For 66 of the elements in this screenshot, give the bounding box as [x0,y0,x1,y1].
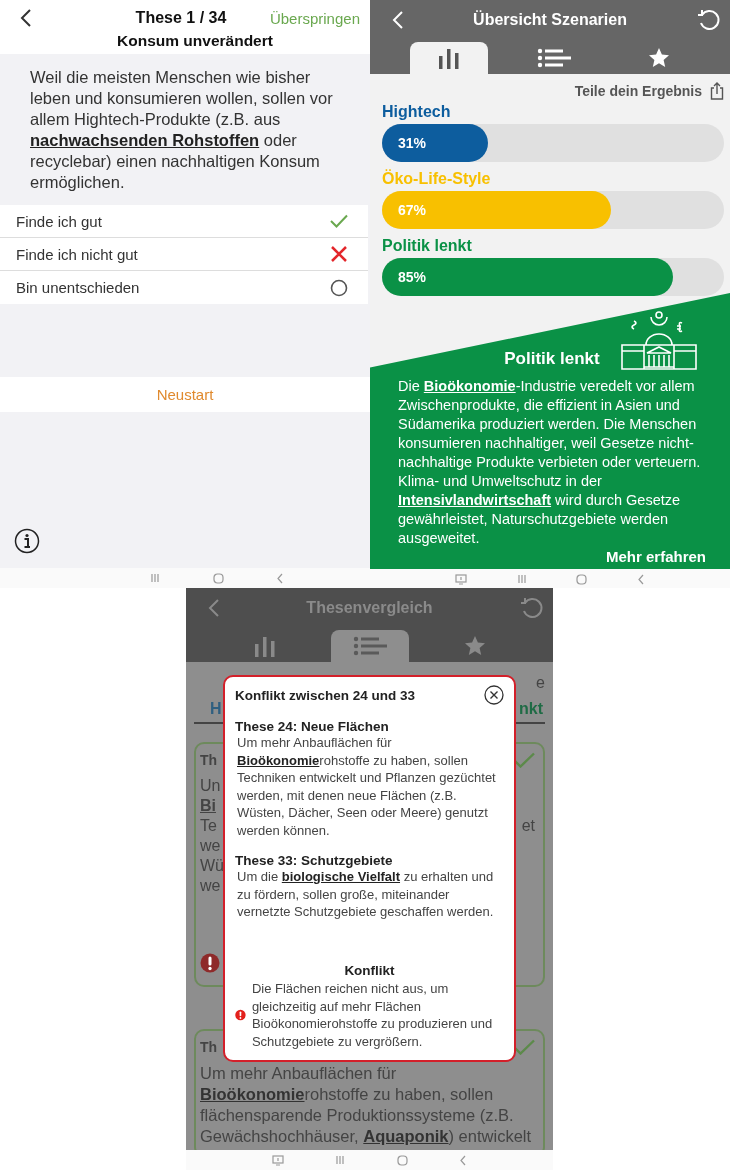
check-icon [330,214,348,228]
skip-link[interactable]: Überspringen [269,9,360,27]
back-icon[interactable] [20,8,32,28]
scenario-description: Die Bioökonomie-Industrie veredelt vor allem Zwischenprodukte, die effizient in Asien und Südamerika produziert werden. Die Menschen konsumieren nachhaltiger, weil Gesetze nicht-nachhaltige Produkte verbieten oder verteuern. Klima- und Umweltschutz in der Intensivlandwirtschaft wird durch Gesetze gewährleistet, Naturschutzgebiete werden ausgeweitet. [398,377,702,548]
home-icon[interactable] [576,573,588,585]
more-link[interactable]: Mehr erfahren [605,548,706,565]
scenario-title: Politik lenkt [504,349,600,370]
percent-label: 31% [398,135,427,151]
scenario-tab[interactable]: H [210,700,222,718]
thesis-statement: Weil die meisten Menschen wie bisher leben und konsumieren wollen, sollen vor allem Hightech-Produkte (z.B. aus nachwachsenden Rohstoffen oder recyclebar) einen nachhaltigen Konsum ermöglichen. [29,67,334,193]
card-title: Th [200,1039,218,1055]
card-text: Bi [200,796,216,816]
info-icon[interactable] [14,528,40,554]
cross-icon [330,245,348,263]
bar-chart-icon [437,47,461,69]
answer-option[interactable]: Finde ich gut [0,205,368,238]
star-icon [464,635,486,657]
card-text: Un [200,776,221,796]
card-text: Um mehr Anbauflächen für Bioökonomierohstoffe zu haben, sollen flächensparende Produktionssysteme (z.B. Gewächshochhäuser, Aquaponik) entwickelt [200,1063,533,1147]
recents-icon[interactable] [516,574,527,584]
share-label[interactable]: Teile dein Ergebnis [574,83,702,99]
thesis-heading: These 24: Neue Flächen [235,719,390,734]
restart-link[interactable]: Neustart [156,386,214,403]
check-icon [513,752,535,768]
card-text: et [521,816,535,836]
thesis-counter: These 1 / 34 [134,9,228,27]
close-icon[interactable] [484,685,504,705]
share-icon[interactable] [710,82,724,100]
screen-icon[interactable] [271,1154,284,1166]
card-text: we [200,876,221,896]
screen-icon[interactable] [454,573,467,585]
home-icon[interactable] [396,1154,408,1166]
reset-icon[interactable] [696,7,722,33]
star-icon [648,47,670,69]
home-icon[interactable] [212,572,224,584]
card-text: Wü [200,856,224,876]
circle-icon [330,278,348,297]
alert-icon [200,953,220,973]
tab[interactable] [410,42,488,74]
list-icon [353,636,387,656]
answer-option[interactable]: Finde ich nicht gut [0,238,368,271]
recents-icon[interactable] [335,1155,346,1165]
bar-chart-icon [253,635,277,657]
recents-icon[interactable] [150,573,161,583]
thesis-title: Konsum unverändert [116,32,274,50]
conflict-heading: Konflikt [343,963,396,978]
answer-option[interactable]: Bin unentschieden [0,271,368,304]
percent-label: 85% [398,269,427,285]
list-icon [537,48,571,68]
scenario-label: Hightech [382,103,452,122]
conflict-text: Die Flächen reichen nicht aus, um gleichzeitig auf mehr Flächen Bioökonomierohstoffe zu produzieren und Schutzgebiete zu vergrößern. [251,980,494,1050]
card-text: we [200,836,221,856]
screen-title: Thesenvergleich [306,599,433,617]
share-label[interactable]: e [536,674,545,691]
card-text: Te [200,816,217,836]
screen-title: Übersicht Szenarien [473,11,627,29]
check-icon [513,1039,535,1055]
thesis-text: Um die biologische Vielfalt zu erhalten und zu fördern, sollen große, miteinander vernetzte Schutzgebiete geschaffen werden. [236,868,495,921]
percent-label: 67% [398,202,427,218]
scenario-label: Öko-Life-Style [382,170,492,189]
thesis-heading: These 33: Schutzgebiete [235,853,394,868]
scenario-label: Politik lenkt [382,237,473,256]
thesis-text: Um mehr Anbauflächen für Bioökonomierohstoffe zu haben, sollen Techniken entwickelt und Pflanzen gezüchtet werden, mit denen neue Flächen (z.B. Wüsten, Dächer, Seen oder Meere) genutzt werden können. [236,734,497,839]
dialog-title: Konflikt zwischen 24 und 33 [235,687,416,703]
card-title: Th [200,752,218,768]
reset-icon[interactable] [519,595,545,621]
